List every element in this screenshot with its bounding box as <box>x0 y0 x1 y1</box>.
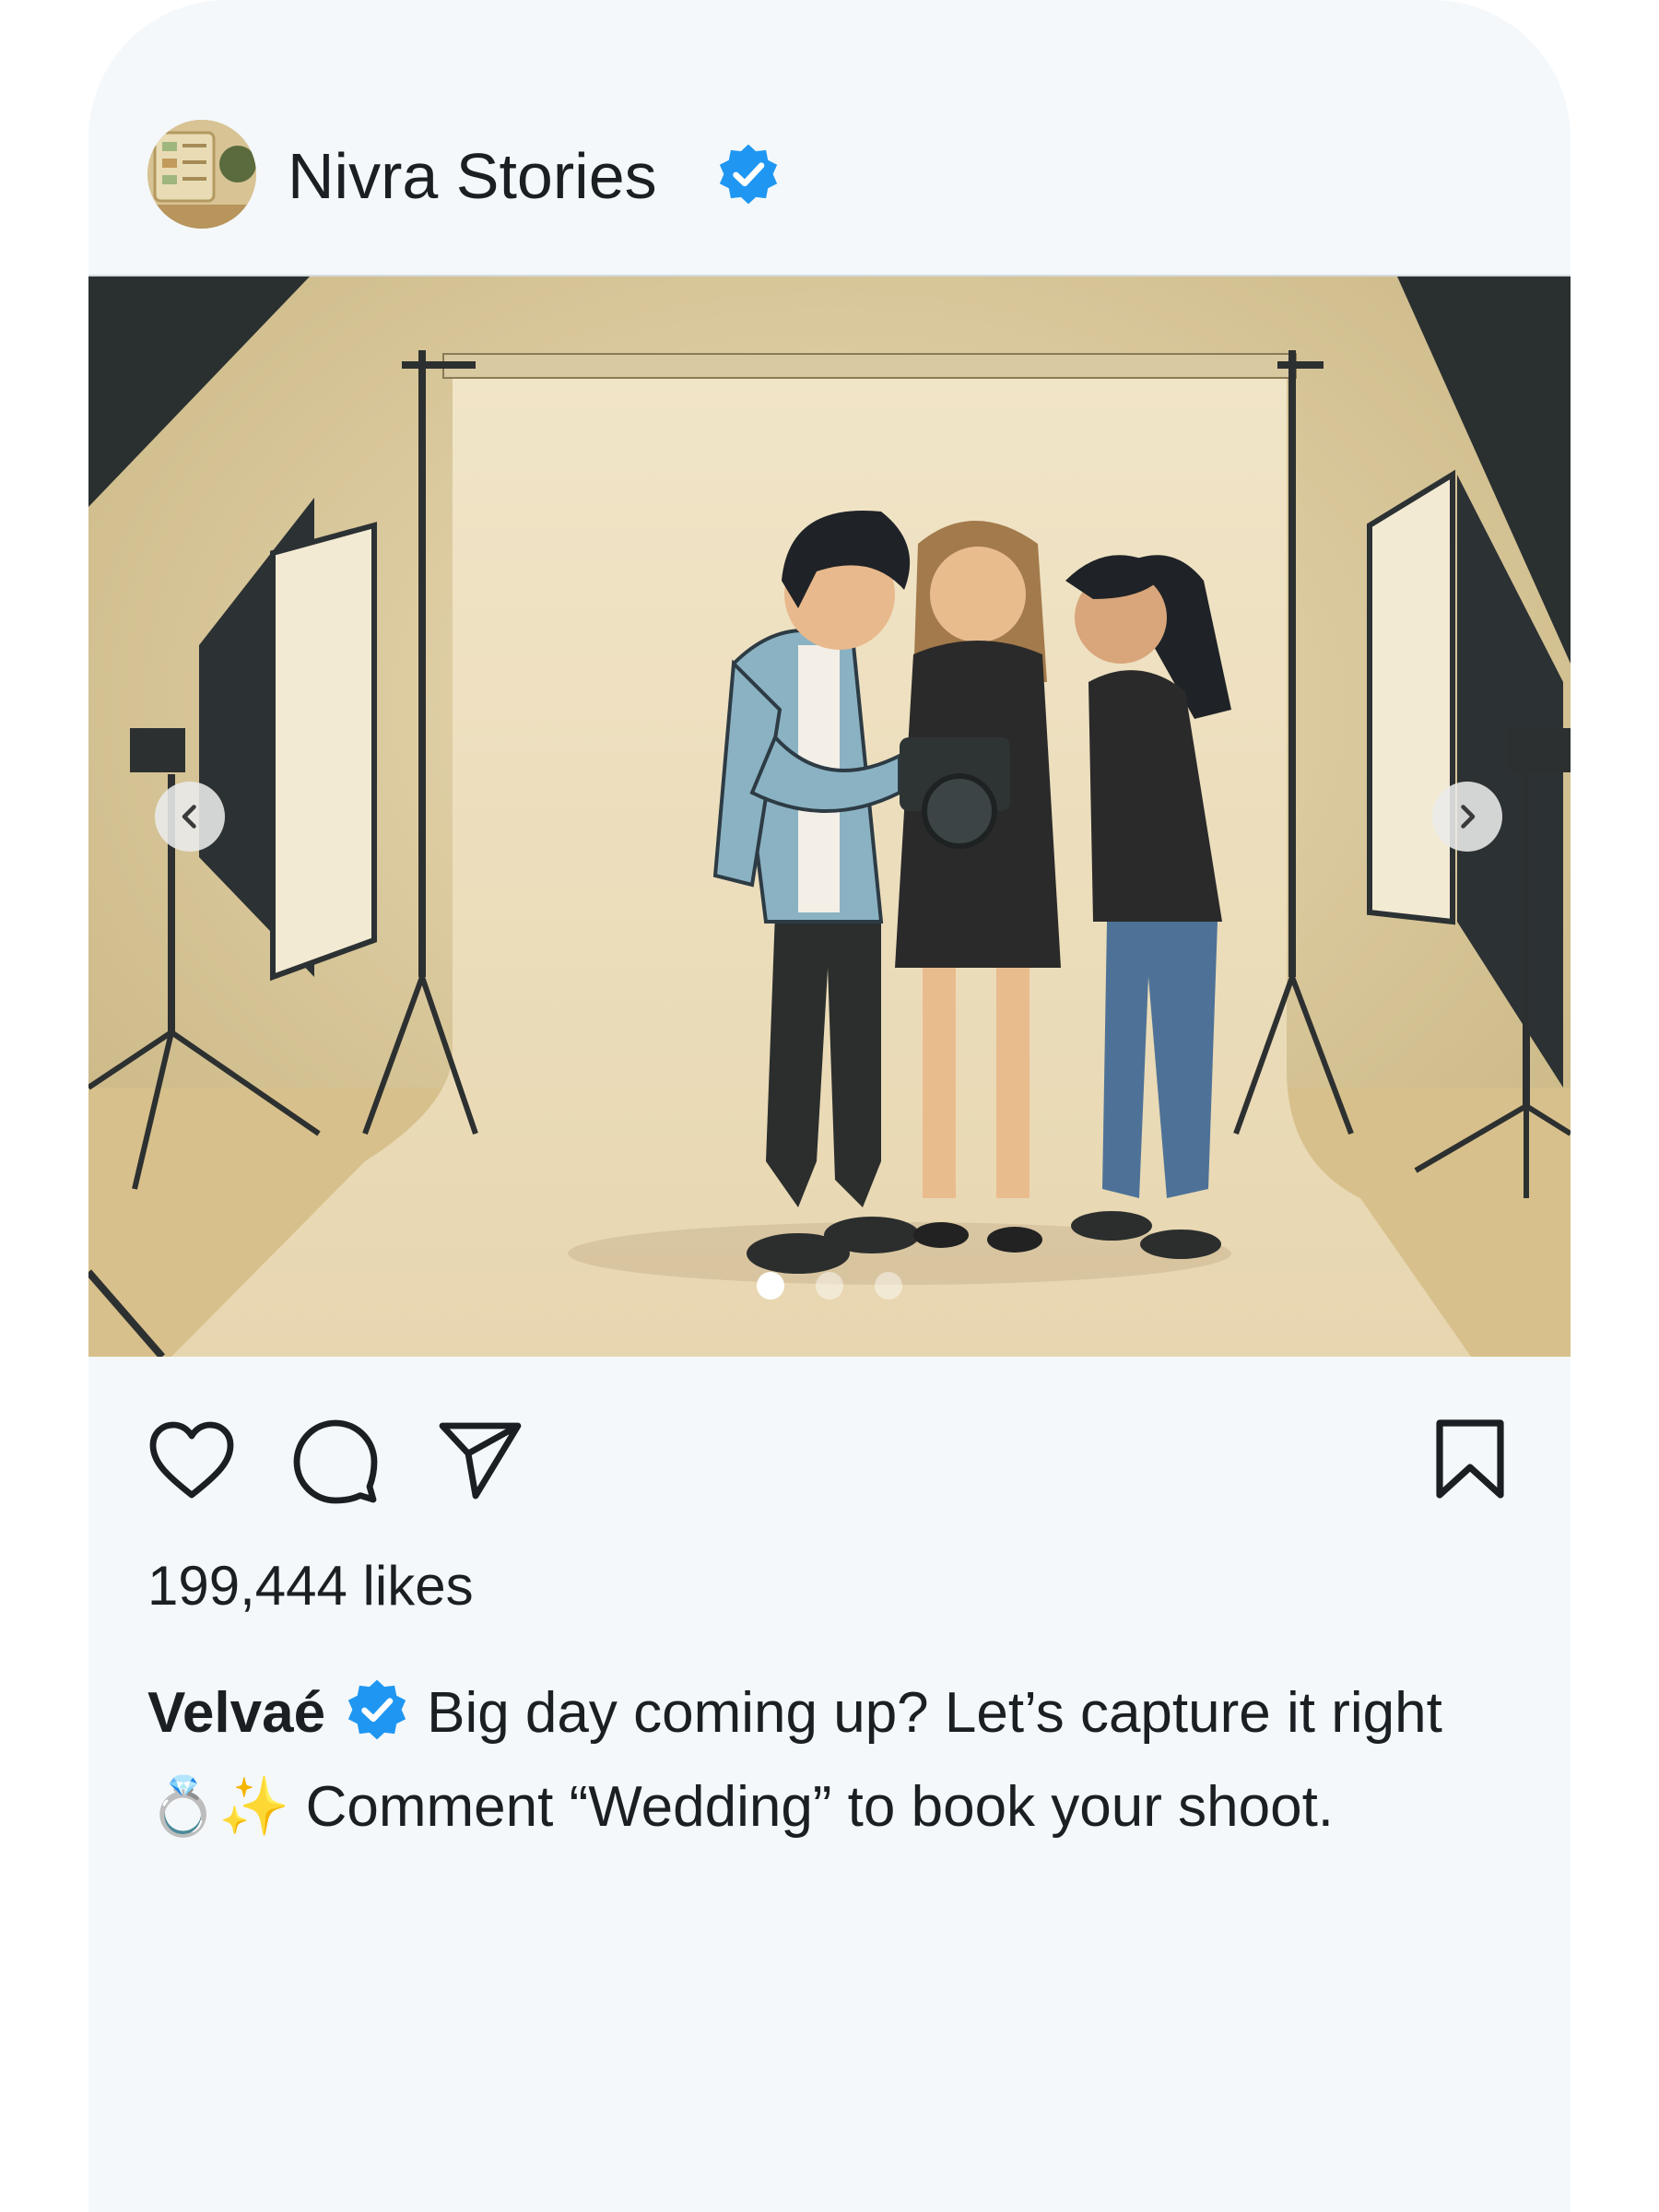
bookmark-icon[interactable] <box>1434 1418 1506 1500</box>
chevron-left-icon <box>182 805 196 829</box>
photo-studio-illustration <box>88 276 1571 1357</box>
verified-badge-icon <box>719 144 778 205</box>
carousel-indicator <box>88 1272 1571 1300</box>
caption-author[interactable]: Velvaé <box>147 1681 325 1745</box>
caption-text: Big day coming up? Let’s capture it righ… <box>147 1681 1442 1839</box>
verified-badge-icon <box>347 1679 406 1740</box>
post-image[interactable] <box>88 276 1571 1357</box>
account-name[interactable]: Nivra Stories <box>288 135 657 218</box>
chevron-right-icon <box>1461 805 1476 829</box>
comment-icon[interactable] <box>293 1419 378 1504</box>
carousel-dot[interactable] <box>816 1272 843 1300</box>
heart-icon[interactable] <box>147 1419 236 1502</box>
likes-count[interactable]: 199,444 likes <box>147 1554 474 1618</box>
post-card: Nivra Stories 199,444 likes Velvaé Big d… <box>88 0 1571 2212</box>
post-caption: Velvaé Big day coming up? Let’s capture … <box>147 1666 1475 1854</box>
post-header: Nivra Stories <box>88 0 1571 276</box>
send-icon[interactable] <box>439 1422 522 1500</box>
account-avatar[interactable] <box>147 120 256 229</box>
carousel-dot-active[interactable] <box>757 1272 784 1300</box>
carousel-dot[interactable] <box>875 1272 902 1300</box>
carousel-prev-button[interactable] <box>155 782 225 852</box>
carousel-next-button[interactable] <box>1432 782 1502 852</box>
